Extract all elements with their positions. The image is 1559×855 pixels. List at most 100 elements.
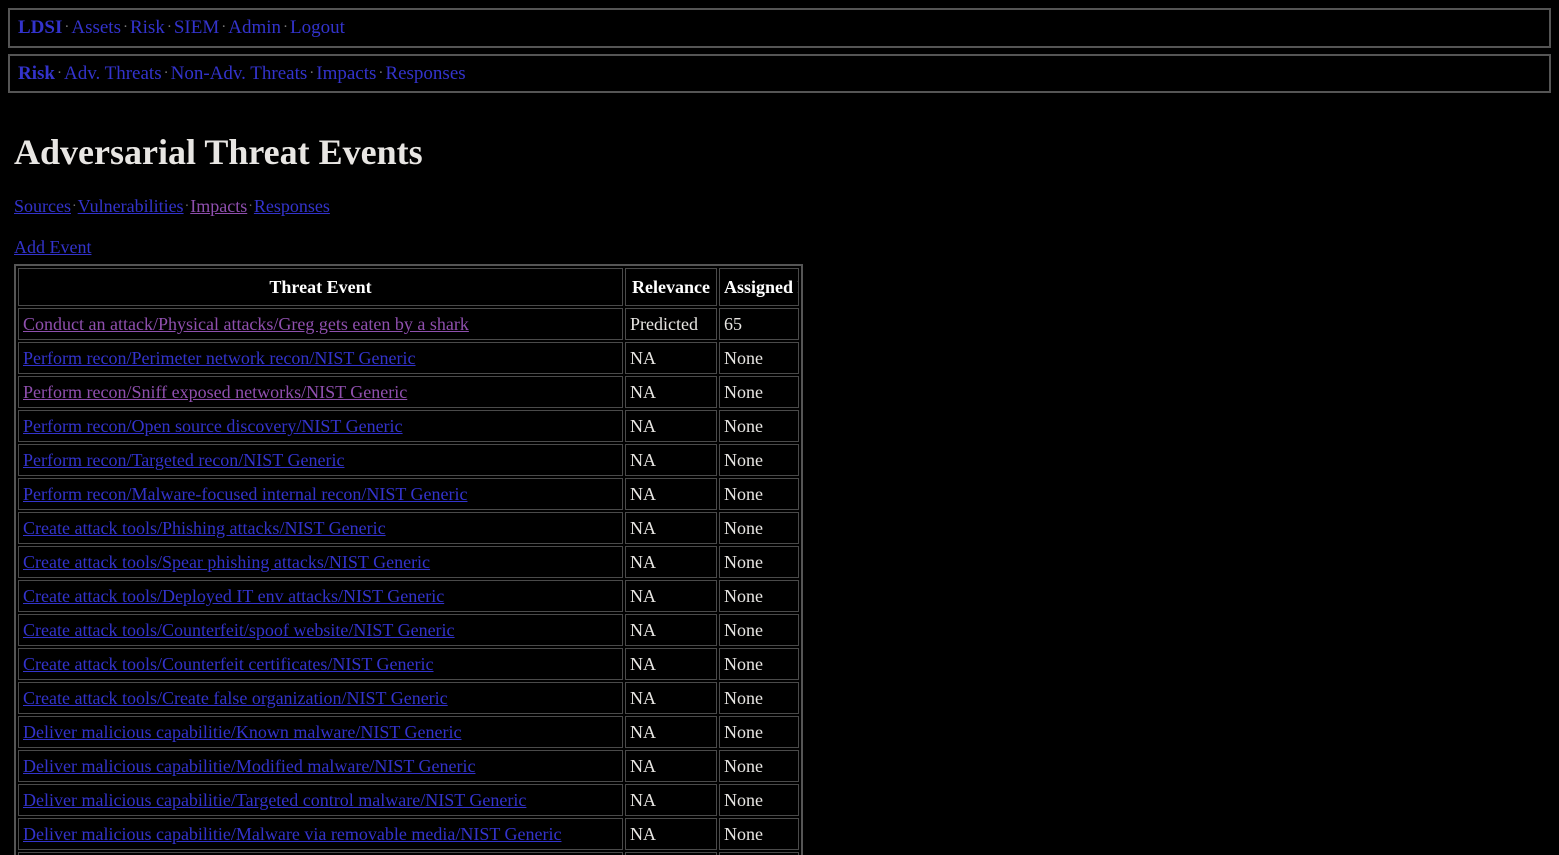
cell-relevance: NA xyxy=(625,647,717,680)
threat-event-link[interactable]: Create attack tools/Counterfeit certific… xyxy=(23,654,434,674)
cell-relevance: NA xyxy=(625,443,717,476)
cell-threat-event: Create attack tools/Phishing attacks/NIS… xyxy=(18,511,623,544)
nav-separator: · xyxy=(64,19,70,35)
table-row: Perform recon/Malware-focused internal r… xyxy=(18,477,799,510)
threat-event-link[interactable]: Create attack tools/Deployed IT env atta… xyxy=(23,586,444,606)
cell-relevance: NA xyxy=(625,579,717,612)
nav-item-siem[interactable]: SIEM xyxy=(174,17,219,38)
column-header-threat-event: Threat Event xyxy=(18,267,623,306)
cell-relevance: NA xyxy=(625,341,717,374)
cell-assigned-risk: None xyxy=(719,647,799,680)
cell-threat-event: Create attack tools/Counterfeit certific… xyxy=(18,647,623,680)
table-row: Perform recon/Perimeter network recon/NI… xyxy=(18,341,799,374)
threat-event-link[interactable]: Conduct an attack/Physical attacks/Greg … xyxy=(23,314,469,334)
nav-separator: · xyxy=(122,19,128,35)
threat-event-link[interactable]: Perform recon/Targeted recon/NIST Generi… xyxy=(23,450,344,470)
threat-event-link[interactable]: Deliver malicious capabilitie/Targeted c… xyxy=(23,790,526,810)
nav-item-risk[interactable]: Risk xyxy=(130,17,165,38)
cell-assigned-risk: None xyxy=(719,511,799,544)
cell-assigned-risk: None xyxy=(719,545,799,578)
sub-separator: · xyxy=(248,199,253,215)
nav-separator: · xyxy=(221,19,227,35)
cell-threat-event: Create attack tools/Spear phishing attac… xyxy=(18,545,623,578)
threat-event-link[interactable]: Deliver malicious capabilitie/Known malw… xyxy=(23,722,462,742)
threat-event-link[interactable]: Create attack tools/Phishing attacks/NIS… xyxy=(23,518,386,538)
table-row: Create attack tools/Deployed IT env atta… xyxy=(18,579,799,612)
threat-event-link[interactable]: Create attack tools/Spear phishing attac… xyxy=(23,552,430,572)
nav-separator: · xyxy=(56,64,62,81)
table-row: Create attack tools/Create false organiz… xyxy=(18,681,799,714)
table-row: Create attack tools/Spear phishing attac… xyxy=(18,545,799,578)
sub-separator: · xyxy=(72,199,77,215)
cell-assigned-risk: None xyxy=(719,375,799,408)
cell-assigned-risk: None xyxy=(719,715,799,748)
table-row: Deliver malicious capabilitie/Known malw… xyxy=(18,715,799,748)
threat-event-link[interactable]: Deliver malicious capabilitie/Modified m… xyxy=(23,756,476,776)
cell-threat-event: Deliver malicious capabilitie/Known malw… xyxy=(18,715,623,748)
cell-relevance: NA xyxy=(625,477,717,510)
table-row: Deliver malicious capabilitie/Modified m… xyxy=(18,749,799,782)
threat-event-link[interactable]: Create attack tools/Create false organiz… xyxy=(23,688,448,708)
cell-assigned-risk: 65 xyxy=(719,307,799,340)
cell-threat-event: Deliver malicious capabilitie/Malware vi… xyxy=(18,817,623,850)
cell-relevance: NA xyxy=(625,375,717,408)
page-title: Adversarial Threat Events xyxy=(14,132,423,173)
top-navbar: LDSI · Assets · Risk · SIEM · Admin · Logout xyxy=(8,8,1551,48)
section-nav-brand-risk[interactable]: Risk xyxy=(18,63,55,84)
sub-navigation: Sources·Vulnerabilities·Impacts·Response… xyxy=(14,195,1545,218)
cell-assigned-risk: None xyxy=(719,341,799,374)
nav-separator: · xyxy=(166,19,172,35)
cell-threat-event: Perform recon/Open source discovery/NIST… xyxy=(18,409,623,442)
page-root: LDSI · Assets · Risk · SIEM · Admin · Logout Risk ·… xyxy=(0,8,1559,855)
cell-threat-event: Create attack tools/Deployed IT env atta… xyxy=(18,579,623,612)
threat-event-link[interactable]: Perform recon/Malware-focused internal r… xyxy=(23,484,467,504)
table-header-row: Threat Event Relevance Assigned Risk xyxy=(18,267,799,306)
threat-event-link[interactable]: Perform recon/Sniff exposed networks/NIS… xyxy=(23,382,407,402)
threat-event-link[interactable]: Deliver malicious capabilitie/Malware vi… xyxy=(23,824,561,844)
section-nav-item-adv-threats[interactable]: Adv. Threats xyxy=(64,63,162,84)
cell-threat-event: Perform recon/Malware-focused internal r… xyxy=(18,477,623,510)
cell-threat-event: Deliver malicious capabilitie/Modified m… xyxy=(18,749,623,782)
threat-event-link[interactable]: Perform recon/Perimeter network recon/NI… xyxy=(23,348,416,368)
cell-relevance: NA xyxy=(625,817,717,850)
cell-relevance: NA xyxy=(625,409,717,442)
cell-relevance: NA xyxy=(625,715,717,748)
sublink-impacts[interactable]: Impacts xyxy=(190,196,247,216)
cell-relevance: NA xyxy=(625,749,717,782)
cell-assigned-risk: None xyxy=(719,749,799,782)
cell-relevance: NA xyxy=(625,545,717,578)
cell-assigned-risk: None xyxy=(719,817,799,850)
table-row: Deliver malicious capabilitie/Targeted c… xyxy=(18,783,799,816)
table-row: Perform recon/Open source discovery/NIST… xyxy=(18,409,799,442)
threat-event-link[interactable]: Perform recon/Open source discovery/NIST… xyxy=(23,416,403,436)
cell-threat-event: Deliver malicious capabilitie/Targeted c… xyxy=(18,783,623,816)
nav-item-assets[interactable]: Assets xyxy=(71,17,121,38)
cell-threat-event: Create attack tools/Create false organiz… xyxy=(18,681,623,714)
cell-assigned-risk: None xyxy=(719,783,799,816)
sublink-vulnerabilities[interactable]: Vulnerabilities xyxy=(78,196,184,216)
cell-threat-event: Conduct an attack/Physical attacks/Greg … xyxy=(18,307,623,340)
cell-relevance: NA xyxy=(625,613,717,646)
section-nav-item-responses[interactable]: Responses xyxy=(385,63,465,84)
table-row: Conduct an attack/Physical attacks/Greg … xyxy=(18,307,799,340)
section-nav-item-impacts[interactable]: Impacts xyxy=(316,63,376,84)
cell-relevance: NA xyxy=(625,681,717,714)
cell-assigned-risk: None xyxy=(719,579,799,612)
nav-item-admin[interactable]: Admin xyxy=(228,17,281,38)
sublink-responses[interactable]: Responses xyxy=(254,196,330,216)
add-event-link[interactable]: Add Event xyxy=(14,237,91,257)
nav-brand-ldsi[interactable]: LDSI xyxy=(18,17,62,38)
cell-threat-event: Perform recon/Sniff exposed networks/NIS… xyxy=(18,375,623,408)
section-nav-item-non-adv-threats[interactable]: Non-Adv. Threats xyxy=(171,63,308,84)
table-row: Perform recon/Sniff exposed networks/NIS… xyxy=(18,375,799,408)
table-body: Conduct an attack/Physical attacks/Greg … xyxy=(18,307,799,855)
sublink-sources[interactable]: Sources xyxy=(14,196,71,216)
threat-event-link[interactable]: Create attack tools/Counterfeit/spoof we… xyxy=(23,620,455,640)
cell-assigned-risk: None xyxy=(719,409,799,442)
nav-item-logout[interactable]: Logout xyxy=(290,17,345,38)
cell-threat-event: Create attack tools/Counterfeit/spoof we… xyxy=(18,613,623,646)
column-header-assigned-risk: Assigned Risk xyxy=(719,267,799,306)
cell-assigned-risk: None xyxy=(719,477,799,510)
threat-events-table: Threat Event Relevance Assigned Risk Con… xyxy=(14,263,803,855)
cell-relevance: NA xyxy=(625,511,717,544)
